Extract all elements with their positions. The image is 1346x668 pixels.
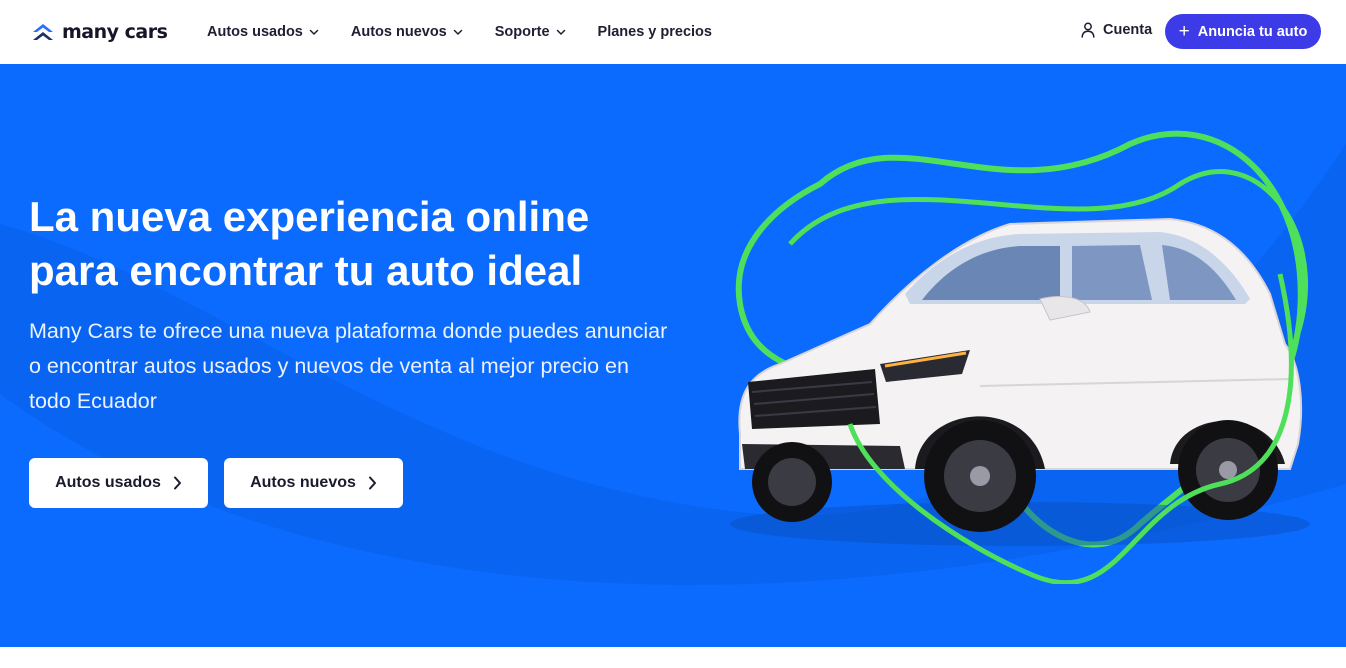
new-cars-button[interactable]: Autos nuevos bbox=[224, 458, 403, 508]
hero-title: La nueva experiencia online para encontr… bbox=[29, 190, 709, 298]
double-chevron-up-icon bbox=[33, 24, 53, 40]
hero-section: La nueva experiencia online para encontr… bbox=[0, 64, 1346, 647]
account-label: Cuenta bbox=[1103, 22, 1153, 38]
nav-item-autos-usados[interactable]: Autos usados bbox=[207, 24, 319, 40]
used-cars-button[interactable]: Autos usados bbox=[29, 458, 208, 508]
chevron-right-icon bbox=[368, 476, 376, 490]
site-header: many cars Autos usados Autos nuevos Sopo… bbox=[0, 0, 1346, 64]
used-cars-button-label: Autos usados bbox=[55, 474, 161, 491]
nav-item-label: Soporte bbox=[494, 24, 550, 40]
nav-item-label: Planes y precios bbox=[597, 24, 712, 40]
white-suv-car-image bbox=[730, 130, 1310, 584]
user-icon bbox=[1081, 22, 1095, 38]
brand-name: many cars bbox=[62, 21, 168, 43]
nav-item-label: Autos nuevos bbox=[350, 24, 447, 40]
chevron-down-icon bbox=[309, 29, 319, 36]
account-link[interactable]: Cuenta bbox=[1081, 22, 1152, 38]
chevron-right-icon bbox=[173, 476, 181, 490]
chevron-down-icon bbox=[453, 29, 462, 36]
post-car-label: Anuncia tu auto bbox=[1197, 23, 1308, 40]
nav-item-soporte[interactable]: Soporte bbox=[495, 24, 566, 40]
main-nav: Autos usados Autos nuevos Soporte Planes… bbox=[207, 0, 744, 64]
hero-subtitle: Many Cars te ofrece una nueva plataforma… bbox=[29, 319, 668, 413]
post-car-button[interactable]: + Anuncia tu auto bbox=[1165, 14, 1321, 49]
brand-logo[interactable]: many cars bbox=[32, 21, 168, 43]
hero-title-line-1: La nueva experiencia online bbox=[29, 193, 590, 240]
nav-item-planes-precios[interactable]: Planes y precios bbox=[598, 24, 712, 40]
hero-title-line-2: para encontrar tu auto ideal bbox=[29, 247, 583, 294]
nav-item-autos-nuevos[interactable]: Autos nuevos bbox=[351, 24, 463, 40]
chevron-down-icon bbox=[556, 29, 565, 36]
plus-icon: + bbox=[1178, 21, 1190, 42]
page-bottom-strip bbox=[0, 647, 1346, 668]
new-cars-button-label: Autos nuevos bbox=[250, 474, 356, 491]
nav-item-label: Autos usados bbox=[207, 24, 303, 40]
